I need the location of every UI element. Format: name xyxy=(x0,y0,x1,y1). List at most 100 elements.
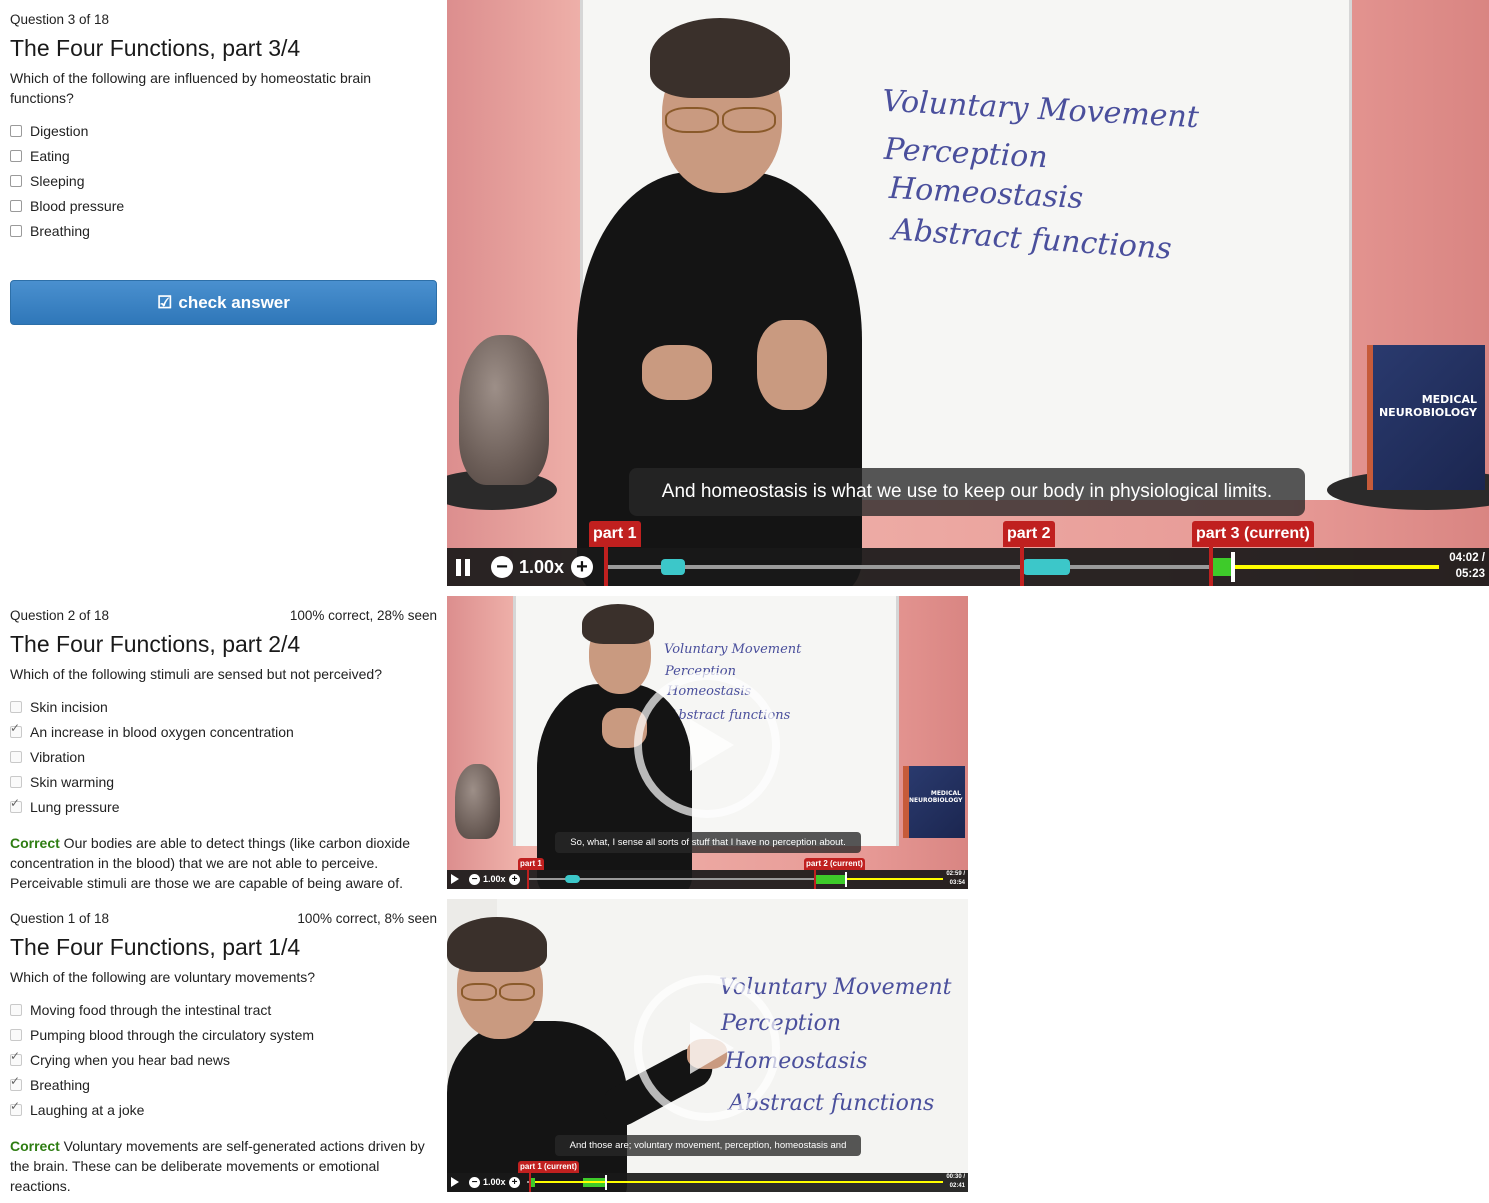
feedback-text: Our bodies are able to detect things (li… xyxy=(10,835,411,891)
head-sculpture xyxy=(459,335,549,485)
video-caption: So, what, I sense all sorts of stuff tha… xyxy=(555,832,861,853)
check-mark-icon: ✓ xyxy=(10,1048,21,1063)
question-stats: 100% correct, 8% seen xyxy=(297,911,437,926)
speed-down-icon[interactable]: − xyxy=(491,556,513,578)
video-caption: And homeostasis is what we use to keep o… xyxy=(629,468,1305,516)
option-label: Pumping blood through the circulatory sy… xyxy=(30,1026,315,1043)
play-icon[interactable] xyxy=(451,874,459,884)
question-counter: Question 2 of 18 xyxy=(10,608,110,623)
time-total: 05:23 xyxy=(1455,568,1485,580)
checkbox[interactable] xyxy=(10,174,22,187)
speed-up-icon[interactable]: + xyxy=(509,874,520,885)
question-2-header: Question 2 of 18 100% correct, 28% seen xyxy=(10,608,437,623)
answer-options: Digestion Eating Sleeping Blood pressure… xyxy=(10,118,437,243)
presenter-hair xyxy=(650,18,790,98)
part-marker xyxy=(1209,545,1213,586)
option-digestion[interactable]: Digestion xyxy=(10,118,437,143)
time-current: 02:59 / xyxy=(946,871,965,877)
feedback-status: Correct xyxy=(10,835,60,851)
option-eating[interactable]: Eating xyxy=(10,143,437,168)
presenter-hand-right xyxy=(757,320,827,410)
checkbox xyxy=(10,700,22,713)
checkbox: ✓ xyxy=(10,722,22,738)
speed-down-icon[interactable]: − xyxy=(469,1177,480,1188)
time-total: 02:41 xyxy=(949,1183,965,1189)
option-label: Vibration xyxy=(30,748,86,765)
option-breathing[interactable]: Breathing xyxy=(10,218,437,243)
check-mark-icon: ✓ xyxy=(10,1073,21,1088)
checkbox: ✓ xyxy=(10,1075,22,1091)
part-2-marker[interactable]: part 2 (current) xyxy=(804,858,865,870)
play-overlay-icon[interactable] xyxy=(634,672,780,818)
check-answer-button[interactable]: ☑ check answer xyxy=(10,280,437,325)
played-segment xyxy=(535,1181,943,1183)
play-icon[interactable] xyxy=(451,1177,459,1187)
presenter-hand-left xyxy=(642,345,712,400)
playback-speed: 1.00x xyxy=(483,1177,506,1187)
part-1-marker[interactable]: part 1 xyxy=(518,858,544,870)
option-skin-warming: Skin warming xyxy=(10,769,437,794)
checkbox[interactable] xyxy=(10,199,22,212)
option-label: Breathing xyxy=(30,222,90,239)
option-label: Laughing at a joke xyxy=(30,1101,145,1118)
checkbox[interactable] xyxy=(10,224,22,237)
option-sleeping[interactable]: Sleeping xyxy=(10,168,437,193)
video-controls: − 1.00x + 02:59 / 03:54 xyxy=(447,870,968,889)
part-1-marker[interactable]: part 1 xyxy=(589,521,641,547)
part-1-marker[interactable]: part 1 (current) xyxy=(518,1161,579,1173)
option-label: Breathing xyxy=(30,1076,90,1093)
question-counter: Question 3 of 18 xyxy=(10,12,110,27)
seen-segment xyxy=(661,559,685,575)
presenter-hair xyxy=(447,917,547,972)
answer-feedback: Correct Our bodies are able to detect th… xyxy=(10,833,437,893)
question-text: Which of the following are influenced by… xyxy=(10,70,372,106)
video-player-3[interactable]: Voluntary Movement Perception Homeostasi… xyxy=(447,0,1489,586)
part-2-marker[interactable]: part 2 xyxy=(1003,521,1055,547)
option-pumping-blood: Pumping blood through the circulatory sy… xyxy=(10,1022,437,1047)
question-2-panel: Question 2 of 18 100% correct, 28% seen … xyxy=(10,608,437,893)
question-3-header: Question 3 of 18 xyxy=(10,12,437,27)
option-blood-pressure[interactable]: Blood pressure xyxy=(10,193,437,218)
checkbox[interactable] xyxy=(10,149,22,162)
option-moving-food: Moving food through the intestinal tract xyxy=(10,997,437,1022)
part-marker xyxy=(527,869,529,889)
time-total: 03:54 xyxy=(949,880,965,886)
head-sculpture xyxy=(455,764,500,839)
seen-segment xyxy=(565,875,580,883)
playhead[interactable] xyxy=(605,1175,607,1190)
answer-feedback: Correct Voluntary movements are self-gen… xyxy=(10,1136,437,1196)
video-caption: And those are; voluntary movement, perce… xyxy=(555,1135,861,1156)
playhead[interactable] xyxy=(1231,552,1235,582)
checkbox[interactable] xyxy=(10,124,22,137)
option-label: Blood pressure xyxy=(30,197,125,214)
option-label: Crying when you hear bad news xyxy=(30,1051,231,1068)
playhead[interactable] xyxy=(845,872,847,887)
part-marker xyxy=(814,869,816,889)
speed-up-icon[interactable]: + xyxy=(571,556,593,578)
option-lung-pressure: ✓ Lung pressure xyxy=(10,794,437,819)
part-marker xyxy=(529,1172,531,1192)
seen-segment xyxy=(1023,559,1070,575)
question-text: Which of the following stimuli are sense… xyxy=(10,666,382,682)
play-overlay-icon[interactable] xyxy=(634,975,780,1121)
part-3-marker[interactable]: part 3 (current) xyxy=(1192,521,1314,547)
video-player-1[interactable]: Voluntary Movement Perception Homeostasi… xyxy=(447,899,968,1192)
pause-icon[interactable] xyxy=(456,557,472,577)
glasses xyxy=(665,107,719,133)
time-current: 04:02 / xyxy=(1449,552,1485,564)
option-blood-oxygen: ✓ An increase in blood oxygen concentrati… xyxy=(10,719,437,744)
medical-neurobiology-book: MEDICAL NEUROBIOLOGY xyxy=(1367,345,1485,490)
check-answer-label: check answer xyxy=(178,292,290,312)
option-crying: ✓ Crying when you hear bad news xyxy=(10,1047,437,1072)
option-label: Lung pressure xyxy=(30,798,120,815)
speed-down-icon[interactable]: − xyxy=(469,874,480,885)
video-controls: − 1.00x + 00:30 / 02:41 xyxy=(447,1173,968,1192)
video-player-2[interactable]: Voluntary Movement Perception Homeostasi… xyxy=(447,596,968,889)
question-title: The Four Functions, part 1/4 xyxy=(10,934,301,960)
playback-speed: 1.00x xyxy=(519,557,565,577)
option-skin-incision: Skin incision xyxy=(10,694,437,719)
option-vibration: Vibration xyxy=(10,744,437,769)
speed-up-icon[interactable]: + xyxy=(509,1177,520,1188)
part-marker xyxy=(1020,545,1024,586)
option-label: Skin warming xyxy=(30,773,115,790)
